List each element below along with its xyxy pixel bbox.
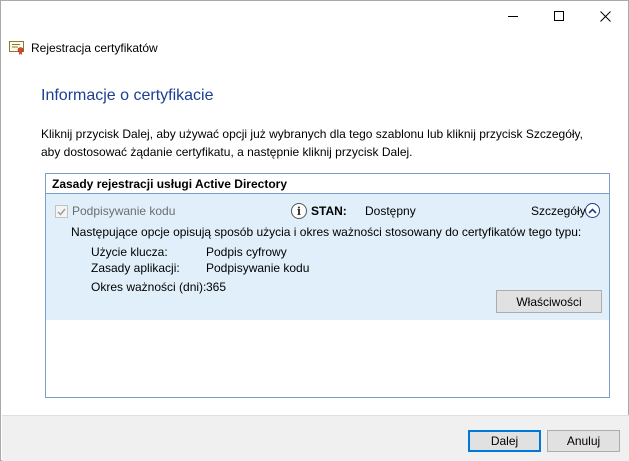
- enrollment-policy-panel: Zasady rejestracji usługi Active Directo…: [45, 173, 610, 398]
- details-link[interactable]: Szczegóły: [531, 204, 586, 218]
- validity-period-label: Okres ważności (dni):: [91, 280, 207, 294]
- template-name: Podpisywanie kodu: [72, 204, 176, 218]
- chevron-up-icon: [588, 207, 597, 214]
- footer: Dalej Anuluj: [2, 415, 629, 461]
- close-icon: [599, 10, 611, 22]
- cancel-button[interactable]: Anuluj: [547, 430, 620, 452]
- collapse-details-button[interactable]: [585, 203, 600, 218]
- cancel-button-label: Anuluj: [566, 434, 601, 448]
- checkmark-icon: [57, 208, 66, 216]
- info-icon: i: [291, 203, 307, 219]
- maximize-button[interactable]: [536, 1, 582, 31]
- properties-button-label: Właściwości: [516, 294, 582, 309]
- status-value: Dostępny: [365, 204, 416, 218]
- page-title: Informacje o certyfikacie: [41, 87, 214, 104]
- key-usage-value: Podpis cyfrowy: [206, 245, 287, 259]
- maximize-icon: [554, 11, 564, 21]
- properties-button[interactable]: Właściwości: [496, 290, 602, 313]
- application-policies-value: Podpisywanie kodu: [206, 261, 310, 275]
- next-button-label: Dalej: [490, 434, 519, 448]
- validity-period-value: 365: [206, 280, 227, 294]
- certificate-enrollment-window: Rejestracja certyfikatów Informacje o ce…: [0, 0, 629, 461]
- close-button[interactable]: [582, 1, 628, 31]
- options-intro: Następujące opcje opisują sposób użycia …: [71, 225, 582, 239]
- title-bar: [1, 1, 628, 31]
- page-description: Kliknij przycisk Dalej, aby używać opcji…: [41, 127, 583, 159]
- next-button[interactable]: Dalej: [468, 430, 541, 452]
- status-label: STAN:: [311, 204, 347, 218]
- minimize-button[interactable]: [490, 1, 536, 31]
- minimize-icon: [508, 15, 518, 17]
- wizard-title: Rejestracja certyfikatów: [31, 41, 158, 55]
- panel-header: Zasady rejestracji usługi Active Directo…: [46, 174, 609, 194]
- application-policies-label: Zasady aplikacji:: [91, 261, 180, 275]
- certificate-icon: [9, 41, 24, 55]
- certificate-template-item: Podpisywanie kodu i STAN: Dostępny Szcze…: [46, 194, 609, 320]
- template-checkbox[interactable]: [55, 205, 68, 218]
- wizard-header: Rejestracja certyfikatów: [9, 39, 158, 57]
- key-usage-label: Użycie klucza:: [91, 245, 168, 259]
